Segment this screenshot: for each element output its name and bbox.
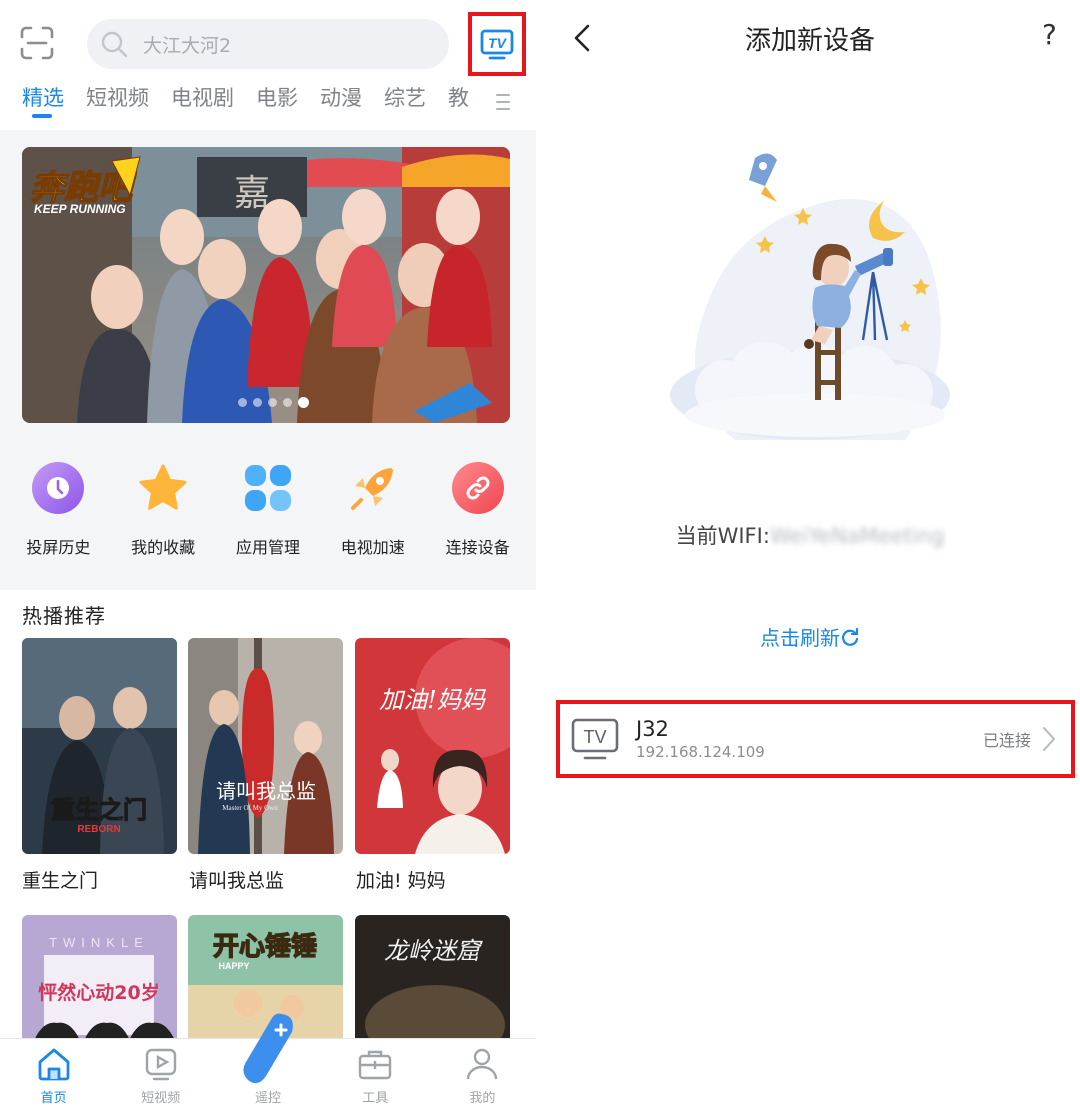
quick-label: 应用管理 <box>235 538 300 557</box>
pagination-dot-active <box>298 397 309 408</box>
tab-anime[interactable]: 动漫 <box>320 82 362 112</box>
category-tabs: 精选 短视频 电视剧 电影 动漫 综艺 教 <box>22 82 522 126</box>
tabs-menu-icon[interactable] <box>494 92 512 112</box>
link-icon <box>451 462 504 514</box>
refresh-icon <box>842 627 859 646</box>
add-device-screen: 添加新设备 ? 当前WIFI:WeiYeNaMeeting 点击刷新 TV J3… <box>540 0 1080 1112</box>
quick-label: 我的收藏 <box>131 538 196 557</box>
quick-cast-history[interactable]: 投屏历史 <box>8 462 108 562</box>
poster-title[interactable]: 请叫我总监 <box>189 866 284 893</box>
poster-art-title: 加油!妈妈 <box>379 686 487 714</box>
poster-reborn[interactable]: 重生之门 REBORN <box>22 638 177 854</box>
poster-go-mom[interactable]: 加油!妈妈 <box>355 638 510 854</box>
pagination-dot <box>253 398 262 407</box>
nav-label: 工具 <box>362 1091 389 1106</box>
refresh-label: 点击刷新 <box>760 626 840 650</box>
poster-dragon-cave[interactable]: 龙岭迷窟 <box>355 915 510 1045</box>
quick-label: 连接设备 <box>445 538 510 557</box>
tab-education[interactable]: 教 <box>448 82 469 112</box>
promo-banner[interactable]: 嘉 奔跑吧 KEEP RUNNING <box>22 147 510 423</box>
quick-tv-boost[interactable]: 电视加速 <box>323 462 423 562</box>
user-icon <box>467 1048 498 1080</box>
poster-twinkle[interactable]: TWINKLE 怦然心动20岁 <box>22 915 177 1045</box>
search-input[interactable]: 大江大河2 <box>143 31 231 58</box>
poster-art-title: 请叫我总监 <box>216 779 316 803</box>
poster-art-title: 怦然心动20岁 <box>38 981 159 1004</box>
nav-label: 遥控 <box>255 1091 282 1106</box>
poster-art-title: 龙岭迷窟 <box>384 937 483 965</box>
connection-status: 已连接 <box>982 731 1031 750</box>
pagination-dot <box>283 398 292 407</box>
stargazing-illustration <box>670 153 950 440</box>
pagination-dot <box>238 398 247 407</box>
wifi-label: 当前WIFI: <box>675 524 770 548</box>
star-icon <box>137 462 189 514</box>
tab-featured[interactable]: 精选 <box>22 82 64 118</box>
section-title: 热播推荐 <box>22 604 106 628</box>
poster-art-subtitle: HAPPY <box>218 961 249 971</box>
nav-label: 我的 <box>469 1091 496 1106</box>
quick-actions: 投屏历史 我的收藏 应用管理 电视加速 连接设备 <box>0 462 536 562</box>
quick-connect-device[interactable]: 连接设备 <box>428 462 528 562</box>
nav-short-video[interactable]: 短视频 <box>107 1039 214 1112</box>
quick-label: 投屏历史 <box>26 538 91 557</box>
search-icon <box>101 31 128 58</box>
nav-label: 首页 <box>40 1091 67 1106</box>
page-title: 添加新设备 <box>744 26 875 56</box>
poster-art-subtitle: TWINKLE <box>49 935 149 950</box>
home-screen: 大江大河2 TV 精选 短视频 电视剧 电影 动漫 综艺 教 嘉 奔跑吧 KEE… <box>0 0 536 1112</box>
current-wifi: 当前WIFI:WeiYeNaMeeting <box>540 520 1080 550</box>
device-list-item[interactable]: TV J32 192.168.124.109 已连接 <box>556 700 1075 778</box>
apps-grid-icon <box>242 462 294 514</box>
device-name: J32 <box>636 717 669 741</box>
banner-pagination <box>238 397 309 408</box>
tab-variety[interactable]: 综艺 <box>384 82 426 112</box>
scan-icon[interactable] <box>20 26 54 60</box>
poster-title[interactable]: 重生之门 <box>22 866 98 893</box>
banner-logo-subtitle: KEEP RUNNING <box>34 202 126 216</box>
wifi-ssid: WeiYeNaMeeting <box>769 524 945 548</box>
nav-profile[interactable]: 我的 <box>429 1039 536 1112</box>
quick-label: 电视加速 <box>340 538 405 557</box>
screenshot-root: 大江大河2 TV 精选 短视频 电视剧 电影 动漫 综艺 教 嘉 奔跑吧 KEE… <box>0 0 1080 1112</box>
svg-text:TV: TV <box>488 35 508 51</box>
remote-icon[interactable] <box>236 1010 302 1084</box>
refresh-button[interactable]: 点击刷新 <box>540 622 1080 651</box>
tv-cast-button[interactable]: TV <box>468 12 526 76</box>
device-ip: 192.168.124.109 <box>636 743 765 761</box>
poster-art-title: 开心锤锤 <box>213 932 317 962</box>
quick-favorites[interactable]: 我的收藏 <box>113 462 213 562</box>
clock-icon <box>32 462 85 514</box>
poster-art-subtitle: Master Of My Own <box>222 804 278 812</box>
play-icon <box>145 1048 176 1081</box>
rocket-icon <box>347 462 399 514</box>
quick-app-manager[interactable]: 应用管理 <box>218 462 318 562</box>
tab-tv-series[interactable]: 电视剧 <box>171 82 234 112</box>
search-bar[interactable]: 大江大河2 <box>87 19 449 69</box>
tv-icon-label: TV <box>583 727 606 747</box>
tab-movie[interactable]: 电影 <box>256 82 298 112</box>
poster-call-me-director[interactable]: 请叫我总监 Master Of My Own <box>188 638 343 854</box>
home-icon <box>38 1048 69 1081</box>
chevron-right-icon <box>1043 727 1055 751</box>
tv-icon: TV <box>480 29 514 60</box>
tv-icon: TV <box>571 718 619 760</box>
poster-title[interactable]: 加油! 妈妈 <box>356 866 446 893</box>
help-icon[interactable]: ? <box>1042 18 1057 51</box>
nav-home[interactable]: 首页 <box>0 1039 107 1112</box>
poster-art-subtitle: REBORN <box>77 824 120 835</box>
pagination-dot <box>268 398 277 407</box>
nav-label: 短视频 <box>141 1091 181 1106</box>
toolbox-icon <box>359 1050 392 1080</box>
device-info: J32 192.168.124.109 <box>636 717 983 761</box>
nav-tools[interactable]: 工具 <box>322 1039 429 1112</box>
poster-art-title: 重生之门 <box>51 796 147 824</box>
tab-short-video[interactable]: 短视频 <box>86 82 149 112</box>
